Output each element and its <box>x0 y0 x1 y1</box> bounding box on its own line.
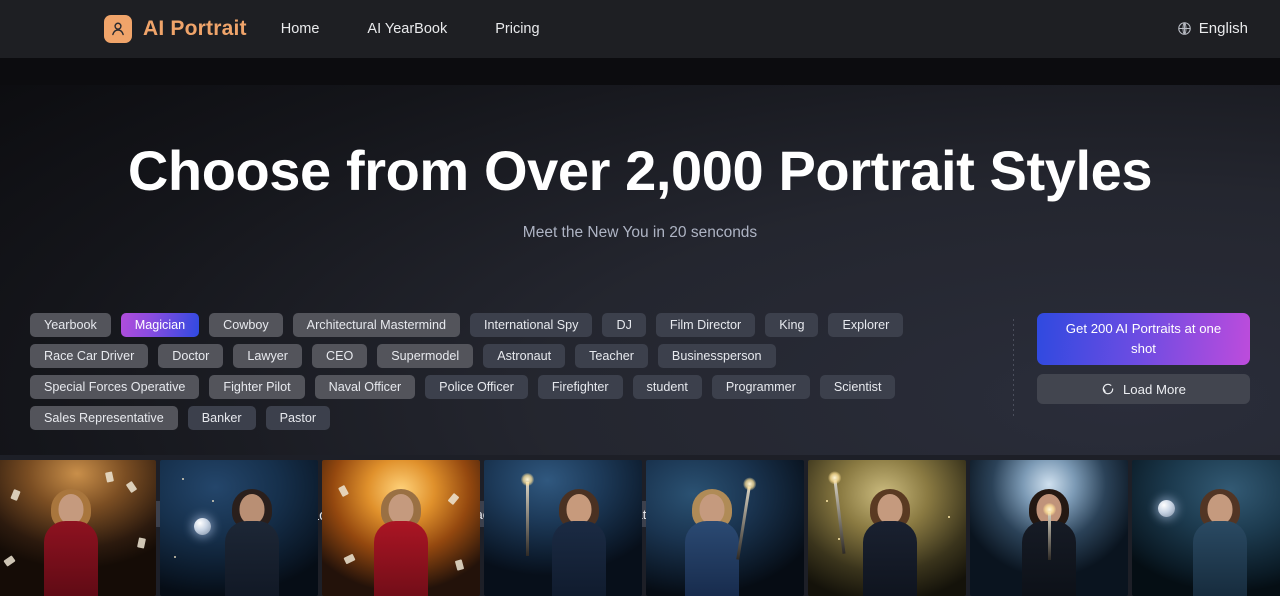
style-tag-architectural-mastermind[interactable]: Architectural Mastermind <box>292 313 460 337</box>
portrait-gallery <box>0 455 1280 596</box>
gallery-item[interactable] <box>646 460 804 596</box>
style-tag-yearbook[interactable]: Yearbook <box>30 313 111 337</box>
nav-item-pricing[interactable]: Pricing <box>495 21 539 37</box>
hero-section: Choose from Over 2,000 Portrait Styles M… <box>0 85 1280 527</box>
top-navigation-bar: AI Portrait Home AI YearBook Pricing Eng… <box>0 0 1280 58</box>
language-label: English <box>1198 19 1248 37</box>
user-avatar-icon <box>104 15 132 43</box>
style-tag-programmer[interactable]: Programmer <box>711 375 810 399</box>
style-tag-scientist[interactable]: Scientist <box>819 375 896 399</box>
gallery-item[interactable] <box>484 460 642 596</box>
portrait-figure <box>364 489 438 596</box>
style-tag-list: Yearbook Magician Cowboy Architectural M… <box>30 313 990 437</box>
dotted-divider-line <box>1013 319 1014 419</box>
nav-underbar <box>0 58 1280 85</box>
portrait-figure <box>215 489 289 596</box>
style-tag-explorer[interactable]: Explorer <box>828 313 904 337</box>
style-tag-sales-representative[interactable]: Sales Representative <box>30 406 178 430</box>
page-subtitle: Meet the New You in 20 senconds <box>522 223 758 241</box>
style-tag-dj[interactable]: DJ <box>602 313 646 337</box>
gallery-item[interactable] <box>970 460 1128 596</box>
style-tag-row: Special Forces Operative Fighter Pilot N… <box>30 375 990 399</box>
gallery-item[interactable] <box>808 460 966 596</box>
magic-wand <box>521 473 534 556</box>
style-tag-special-forces-operative[interactable]: Special Forces Operative <box>30 375 200 399</box>
portrait-figure <box>542 489 616 596</box>
reload-icon <box>1101 382 1115 396</box>
style-filter-panel: Yearbook Magician Cowboy Architectural M… <box>30 313 1254 437</box>
gallery-item[interactable] <box>0 460 156 596</box>
style-tag-teacher[interactable]: Teacher <box>575 344 648 368</box>
portrait-figure <box>34 489 108 596</box>
portrait-figure <box>1183 489 1257 596</box>
style-tag-naval-officer[interactable]: Naval Officer <box>314 375 416 399</box>
magic-wand <box>1043 503 1056 560</box>
style-tag-businessperson[interactable]: Businessperson <box>657 344 776 368</box>
get-200-portraits-button[interactable]: Get 200 AI Portraits at one shot <box>1037 313 1250 365</box>
brand-logo-group[interactable]: AI Portrait <box>104 15 247 43</box>
gallery-item[interactable] <box>160 460 318 596</box>
style-tag-supermodel[interactable]: Supermodel <box>377 344 474 368</box>
nav-item-home[interactable]: Home <box>281 21 320 37</box>
style-tag-race-car-driver[interactable]: Race Car Driver <box>30 344 149 368</box>
style-tag-international-spy[interactable]: International Spy <box>469 313 593 337</box>
style-tag-magician[interactable]: Magician <box>120 313 200 337</box>
gallery-item[interactable] <box>322 460 480 596</box>
style-tag-row: Race Car Driver Doctor Lawyer CEO Superm… <box>30 344 990 368</box>
page-title: Choose from Over 2,000 Portrait Styles <box>127 139 1153 202</box>
style-tag-lawyer[interactable]: Lawyer <box>233 344 302 368</box>
load-more-button[interactable]: Load More <box>1037 374 1250 404</box>
load-more-label: Load More <box>1122 381 1187 397</box>
style-tag-cowboy[interactable]: Cowboy <box>209 313 283 337</box>
style-tag-fighter-pilot[interactable]: Fighter Pilot <box>209 375 305 399</box>
crystal-ball <box>1158 500 1175 517</box>
language-selector[interactable]: English <box>1177 20 1248 39</box>
style-tag-king[interactable]: King <box>765 313 819 337</box>
style-tag-ceo[interactable]: CEO <box>311 344 368 368</box>
style-tag-doctor[interactable]: Doctor <box>158 344 224 368</box>
panel-divider <box>990 313 1037 419</box>
style-tag-pastor[interactable]: Pastor <box>265 406 331 430</box>
portrait-figure <box>853 489 927 596</box>
style-tag-student[interactable]: student <box>632 375 702 399</box>
style-tag-astronaut[interactable]: Astronaut <box>483 344 566 368</box>
style-tag-firefighter[interactable]: Firefighter <box>537 375 623 399</box>
gallery-item[interactable] <box>1132 460 1280 596</box>
nav-item-ai-yearbook[interactable]: AI YearBook <box>367 21 447 37</box>
style-tag-row: Yearbook Magician Cowboy Architectural M… <box>30 313 990 337</box>
style-tag-film-director[interactable]: Film Director <box>655 313 756 337</box>
style-tag-banker[interactable]: Banker <box>187 406 256 430</box>
primary-nav: Home AI YearBook Pricing <box>281 21 540 37</box>
sidebar-actions: Get 200 AI Portraits at one shot Load Mo… <box>1037 313 1250 404</box>
brand-name: AI Portrait <box>143 17 247 40</box>
style-tag-row: Sales Representative Banker Pastor <box>30 406 990 430</box>
crystal-ball <box>194 518 211 535</box>
style-tag-police-officer[interactable]: Police Officer <box>425 375 528 399</box>
globe-icon <box>1177 21 1192 36</box>
